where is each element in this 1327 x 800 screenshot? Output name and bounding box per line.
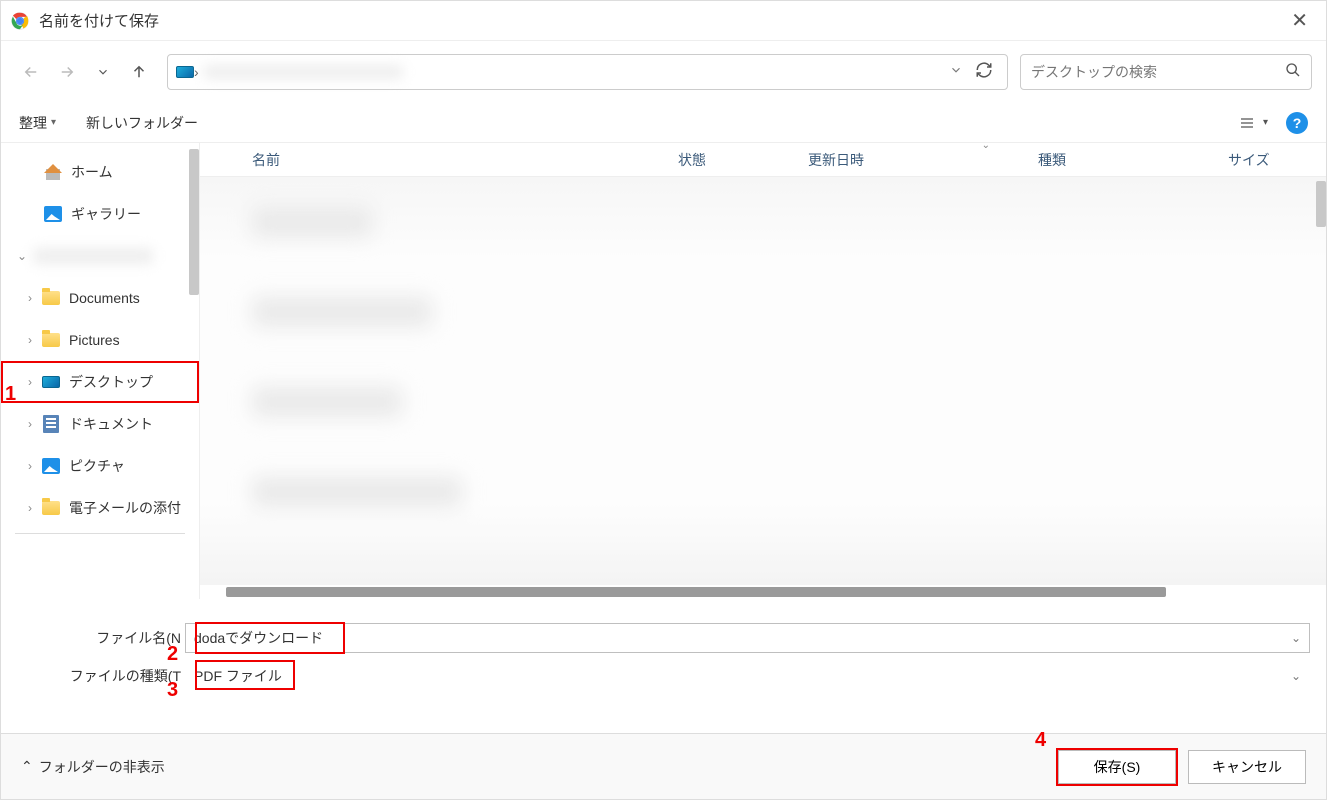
- path-blurred: [203, 65, 403, 79]
- save-button[interactable]: 保存(S): [1058, 750, 1176, 784]
- sidebar-desktop-label: デスクトップ: [69, 372, 153, 392]
- chevron-down-icon: ⌄: [11, 249, 33, 263]
- up-button[interactable]: [123, 56, 155, 88]
- sidebar-scrollbar[interactable]: [189, 149, 199, 295]
- folder-icon: [42, 501, 60, 515]
- file-row[interactable]: [200, 357, 1326, 447]
- file-hscrollbar[interactable]: [200, 585, 1326, 599]
- filetype-row: ファイルの種類(T PDF ファイル ⌄: [17, 661, 1310, 691]
- sidebar-pics-jp[interactable]: › ピクチャ: [1, 445, 199, 487]
- chevron-down-icon: ⌄: [982, 140, 990, 151]
- document-icon: [43, 415, 59, 433]
- col-date-label: 更新日時: [808, 152, 864, 168]
- hscroll-thumb[interactable]: [226, 587, 1166, 597]
- filename-row: ファイル名(N dodaでダウンロード ⌄: [17, 623, 1310, 653]
- address-bar[interactable]: ›: [167, 54, 1008, 90]
- desktop-icon: [42, 376, 60, 388]
- refresh-button[interactable]: [969, 61, 999, 84]
- home-icon: [44, 164, 62, 180]
- sidebar-home-label: ホーム: [71, 162, 113, 182]
- recent-dropdown[interactable]: [87, 56, 119, 88]
- chevron-right-icon: ›: [19, 375, 41, 389]
- search-input[interactable]: [1031, 64, 1285, 80]
- col-type[interactable]: 種類: [1000, 150, 1190, 170]
- sidebar-gallery-label: ギャラリー: [71, 204, 141, 224]
- sidebar-documents-label: Documents: [69, 290, 140, 306]
- hide-folders-toggle[interactable]: ⌃ フォルダーの非表示: [21, 757, 165, 777]
- filename-value: dodaでダウンロード: [194, 628, 323, 648]
- column-headers: 名前 状態 更新日時 ⌄ 種類 サイズ: [200, 143, 1326, 177]
- bottom-inputs: ファイル名(N dodaでダウンロード ⌄ ファイルの種類(T PDF ファイル…: [1, 599, 1326, 709]
- address-dropdown[interactable]: [943, 63, 969, 82]
- desktop-icon: [176, 66, 194, 78]
- close-button[interactable]: ✕: [1283, 8, 1316, 33]
- filetype-value: PDF ファイル: [194, 666, 282, 686]
- sidebar-gallery[interactable]: ギャラリー: [1, 193, 199, 235]
- chevron-down-icon[interactable]: ⌄: [1291, 669, 1301, 683]
- file-list[interactable]: [200, 177, 1326, 585]
- chevron-down-icon[interactable]: ⌄: [1291, 631, 1301, 645]
- folder-icon: [42, 291, 60, 305]
- new-folder-label: 新しいフォルダー: [86, 113, 198, 133]
- main-area: ホーム ギャラリー ⌄ › Documents › Pictures › デスク…: [1, 143, 1326, 599]
- chevron-right-icon: ›: [19, 501, 41, 515]
- col-name[interactable]: 名前: [200, 150, 640, 170]
- window-title: 名前を付けて保存: [39, 10, 1283, 31]
- pictures-icon: [42, 458, 60, 474]
- footer: ⌃ フォルダーの非表示 保存(S) キャンセル: [1, 733, 1326, 799]
- sidebar-docs-jp[interactable]: › ドキュメント: [1, 403, 199, 445]
- help-button[interactable]: ?: [1286, 112, 1308, 134]
- cancel-button[interactable]: キャンセル: [1188, 750, 1306, 784]
- sidebar-docs-jp-label: ドキュメント: [69, 414, 153, 434]
- hide-folders-label: フォルダーの非表示: [39, 757, 165, 777]
- filetype-select[interactable]: PDF ファイル ⌄: [185, 661, 1310, 691]
- forward-button[interactable]: [51, 56, 83, 88]
- sidebar-blurred: [33, 248, 153, 264]
- toolbar: 整理▾ 新しいフォルダー ▾ ?: [1, 103, 1326, 143]
- sidebar: ホーム ギャラリー ⌄ › Documents › Pictures › デスク…: [1, 143, 199, 599]
- titlebar: 名前を付けて保存 ✕: [1, 1, 1326, 41]
- gallery-icon: [44, 206, 62, 222]
- view-toggle[interactable]: ▾: [1237, 115, 1268, 131]
- organize-label: 整理: [19, 113, 47, 133]
- file-row[interactable]: [200, 267, 1326, 357]
- sidebar-pics-jp-label: ピクチャ: [69, 456, 125, 476]
- path-separator: ›: [194, 64, 199, 80]
- file-vscrollbar[interactable]: [1316, 181, 1326, 227]
- sidebar-collapsed-item[interactable]: ⌄: [1, 235, 199, 277]
- chrome-icon: [11, 12, 29, 30]
- search-icon: [1285, 62, 1301, 83]
- sidebar-desktop[interactable]: › デスクトップ: [1, 361, 199, 403]
- cancel-label: キャンセル: [1212, 759, 1282, 775]
- search-box[interactable]: [1020, 54, 1312, 90]
- organize-menu[interactable]: 整理▾: [19, 113, 56, 133]
- sidebar-documents[interactable]: › Documents: [1, 277, 199, 319]
- chevron-right-icon: ›: [19, 291, 41, 305]
- chevron-right-icon: ›: [19, 417, 41, 431]
- new-folder-button[interactable]: 新しいフォルダー: [86, 113, 198, 133]
- filetype-label: ファイルの種類(T: [17, 666, 185, 686]
- sidebar-email-label: 電子メールの添付: [69, 498, 181, 518]
- sidebar-pictures-label: Pictures: [69, 332, 120, 348]
- col-state[interactable]: 状態: [640, 150, 770, 170]
- col-date[interactable]: 更新日時 ⌄: [770, 150, 1000, 170]
- sidebar-divider: [15, 533, 185, 534]
- sidebar-home[interactable]: ホーム: [1, 151, 199, 193]
- sidebar-email[interactable]: › 電子メールの添付: [1, 487, 199, 529]
- file-area: 名前 状態 更新日時 ⌄ 種類 サイズ: [199, 143, 1326, 599]
- save-label: 保存(S): [1094, 759, 1141, 775]
- back-button[interactable]: [15, 56, 47, 88]
- file-row[interactable]: [200, 177, 1326, 267]
- sidebar-pictures[interactable]: › Pictures: [1, 319, 199, 361]
- chevron-up-icon: ⌃: [21, 758, 33, 775]
- col-size[interactable]: サイズ: [1190, 150, 1326, 170]
- filename-label: ファイル名(N: [17, 628, 185, 648]
- folder-icon: [42, 333, 60, 347]
- chevron-right-icon: ›: [19, 333, 41, 347]
- file-row[interactable]: [200, 447, 1326, 537]
- nav-row: ›: [1, 41, 1326, 103]
- filename-input[interactable]: dodaでダウンロード ⌄: [185, 623, 1310, 653]
- chevron-right-icon: ›: [19, 459, 41, 473]
